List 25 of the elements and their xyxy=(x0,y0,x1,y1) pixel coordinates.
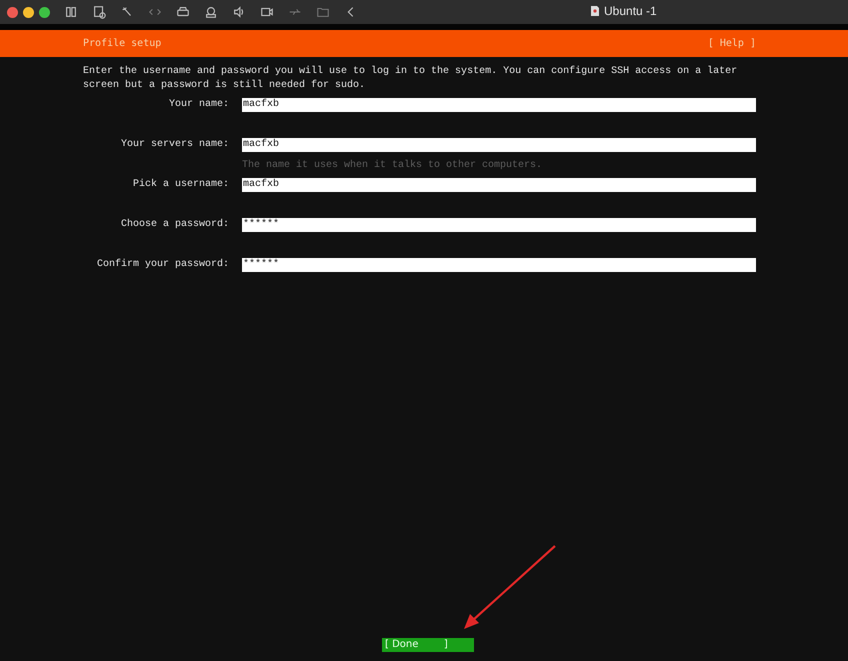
minimize-button[interactable] xyxy=(23,6,34,18)
input-field[interactable]: ****** xyxy=(242,218,756,232)
sidebar-icon[interactable] xyxy=(64,5,78,19)
window-icon[interactable] xyxy=(92,5,106,19)
input-field[interactable]: macfxb xyxy=(242,98,756,112)
video-icon[interactable] xyxy=(260,5,274,19)
window-title: Ubuntu -1 xyxy=(604,4,657,18)
input-field[interactable]: macfxb xyxy=(242,178,756,192)
drive-icon[interactable] xyxy=(176,5,190,19)
input-field[interactable]: macfxb xyxy=(242,138,756,152)
field-label: Pick a username: xyxy=(132,178,229,192)
zoom-button[interactable] xyxy=(39,6,50,18)
screen-title: Profile setup xyxy=(83,38,162,49)
field-label: Your name: xyxy=(168,98,229,112)
field-label: Confirm your password: xyxy=(96,258,229,272)
input-field[interactable]: ****** xyxy=(242,258,756,272)
speaker-icon[interactable] xyxy=(232,5,246,19)
folder-icon[interactable] xyxy=(316,5,330,19)
field-label: Your servers name: xyxy=(120,138,229,152)
field-hint: The name it uses when it talks to other computers. xyxy=(242,159,542,173)
instructions-text: Enter the username and password you will use to log in to the system. You can configure SSH access on a later screen but a password is still needed for sudo. xyxy=(83,65,738,93)
webcam-icon[interactable] xyxy=(204,5,218,19)
close-button[interactable] xyxy=(7,6,18,18)
field-label: Choose a password: xyxy=(120,218,229,232)
document-icon xyxy=(590,5,600,17)
